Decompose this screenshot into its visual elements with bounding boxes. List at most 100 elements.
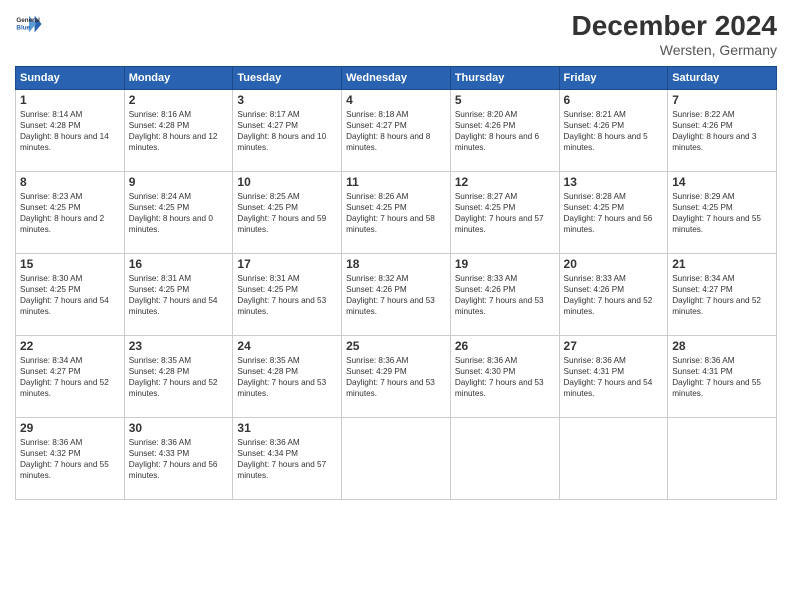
day-number: 30 (129, 421, 229, 435)
calendar-body: 1 Sunrise: 8:14 AM Sunset: 4:28 PM Daylig… (16, 90, 777, 500)
day-cell: 14 Sunrise: 8:29 AM Sunset: 4:25 PM Dayli… (668, 172, 777, 254)
day-info: Sunrise: 8:18 AM Sunset: 4:27 PM Dayligh… (346, 109, 446, 153)
day-number: 22 (20, 339, 120, 353)
day-info: Sunrise: 8:31 AM Sunset: 4:25 PM Dayligh… (129, 273, 229, 317)
week-row-3: 22Sunrise: 8:34 AM Sunset: 4:27 PM Dayli… (16, 336, 777, 418)
day-info: Sunrise: 8:35 AM Sunset: 4:28 PM Dayligh… (237, 355, 337, 399)
day-number: 21 (672, 257, 772, 271)
day-info: Sunrise: 8:20 AM Sunset: 4:26 PM Dayligh… (455, 109, 555, 153)
day-number: 13 (564, 175, 664, 189)
week-row-4: 29 Sunrise: 8:36 AM Sunset: 4:32 PM Dayli… (16, 418, 777, 500)
day-number: 10 (237, 175, 337, 189)
day-info: Sunrise: 8:33 AM Sunset: 4:26 PM Dayligh… (455, 273, 555, 317)
day-cell: 8Sunrise: 8:23 AM Sunset: 4:25 PM Daylig… (16, 172, 125, 254)
day-cell: 1 Sunrise: 8:14 AM Sunset: 4:28 PM Daylig… (16, 90, 125, 172)
day-info: Sunrise: 8:24 AM Sunset: 4:25 PM Dayligh… (129, 191, 229, 235)
svg-text:Blue: Blue (16, 25, 30, 32)
day-number: 2 (129, 93, 229, 107)
day-info: Sunrise: 8:25 AM Sunset: 4:25 PM Dayligh… (237, 191, 337, 235)
header-thursday: Thursday (450, 67, 559, 90)
day-number: 1 (20, 93, 120, 107)
header-saturday: Saturday (668, 67, 777, 90)
day-cell: 12 Sunrise: 8:27 AM Sunset: 4:25 PM Dayli… (450, 172, 559, 254)
day-cell: 23Sunrise: 8:35 AM Sunset: 4:28 PM Dayli… (124, 336, 233, 418)
day-number: 29 (20, 421, 120, 435)
day-number: 18 (346, 257, 446, 271)
day-info: Sunrise: 8:36 AM Sunset: 4:34 PM Dayligh… (237, 437, 337, 481)
month-title: December 2024 (572, 10, 777, 42)
day-number: 23 (129, 339, 229, 353)
header-monday: Monday (124, 67, 233, 90)
header-tuesday: Tuesday (233, 67, 342, 90)
day-info: Sunrise: 8:14 AM Sunset: 4:28 PM Dayligh… (20, 109, 120, 153)
day-cell: 18 Sunrise: 8:32 AM Sunset: 4:26 PM Dayli… (342, 254, 451, 336)
day-info: Sunrise: 8:36 AM Sunset: 4:30 PM Dayligh… (455, 355, 555, 399)
header: General Blue December 2024 Wersten, Germ… (15, 10, 777, 58)
day-info: Sunrise: 8:36 AM Sunset: 4:33 PM Dayligh… (129, 437, 229, 481)
day-info: Sunrise: 8:32 AM Sunset: 4:26 PM Dayligh… (346, 273, 446, 317)
page: General Blue December 2024 Wersten, Germ… (0, 0, 792, 612)
day-info: Sunrise: 8:36 AM Sunset: 4:31 PM Dayligh… (672, 355, 772, 399)
day-number: 27 (564, 339, 664, 353)
week-row-1: 8Sunrise: 8:23 AM Sunset: 4:25 PM Daylig… (16, 172, 777, 254)
day-cell (559, 418, 668, 500)
day-number: 12 (455, 175, 555, 189)
day-number: 5 (455, 93, 555, 107)
day-cell: 2 Sunrise: 8:16 AM Sunset: 4:28 PM Daylig… (124, 90, 233, 172)
day-cell: 20Sunrise: 8:33 AM Sunset: 4:26 PM Dayli… (559, 254, 668, 336)
day-cell (450, 418, 559, 500)
week-row-2: 15 Sunrise: 8:30 AM Sunset: 4:25 PM Dayli… (16, 254, 777, 336)
day-number: 17 (237, 257, 337, 271)
day-info: Sunrise: 8:23 AM Sunset: 4:25 PM Dayligh… (20, 191, 120, 235)
day-info: Sunrise: 8:27 AM Sunset: 4:25 PM Dayligh… (455, 191, 555, 235)
week-row-0: 1 Sunrise: 8:14 AM Sunset: 4:28 PM Daylig… (16, 90, 777, 172)
day-info: Sunrise: 8:31 AM Sunset: 4:25 PM Dayligh… (237, 273, 337, 317)
day-info: Sunrise: 8:36 AM Sunset: 4:32 PM Dayligh… (20, 437, 120, 481)
subtitle: Wersten, Germany (572, 42, 777, 58)
day-cell: 4 Sunrise: 8:18 AM Sunset: 4:27 PM Daylig… (342, 90, 451, 172)
day-info: Sunrise: 8:16 AM Sunset: 4:28 PM Dayligh… (129, 109, 229, 153)
day-number: 28 (672, 339, 772, 353)
day-number: 20 (564, 257, 664, 271)
day-info: Sunrise: 8:29 AM Sunset: 4:25 PM Dayligh… (672, 191, 772, 235)
day-cell: 30 Sunrise: 8:36 AM Sunset: 4:33 PM Dayli… (124, 418, 233, 500)
day-cell: 15 Sunrise: 8:30 AM Sunset: 4:25 PM Dayli… (16, 254, 125, 336)
day-cell (342, 418, 451, 500)
day-cell (668, 418, 777, 500)
day-info: Sunrise: 8:30 AM Sunset: 4:25 PM Dayligh… (20, 273, 120, 317)
day-cell: 16 Sunrise: 8:31 AM Sunset: 4:25 PM Dayli… (124, 254, 233, 336)
day-cell: 9 Sunrise: 8:24 AM Sunset: 4:25 PM Daylig… (124, 172, 233, 254)
day-info: Sunrise: 8:36 AM Sunset: 4:31 PM Dayligh… (564, 355, 664, 399)
day-number: 7 (672, 93, 772, 107)
day-cell: 29 Sunrise: 8:36 AM Sunset: 4:32 PM Dayli… (16, 418, 125, 500)
day-number: 4 (346, 93, 446, 107)
logo: General Blue (15, 10, 43, 38)
svg-text:General: General (16, 17, 40, 24)
day-cell: 24Sunrise: 8:35 AM Sunset: 4:28 PM Dayli… (233, 336, 342, 418)
day-cell: 22Sunrise: 8:34 AM Sunset: 4:27 PM Dayli… (16, 336, 125, 418)
day-number: 16 (129, 257, 229, 271)
day-number: 6 (564, 93, 664, 107)
day-info: Sunrise: 8:21 AM Sunset: 4:26 PM Dayligh… (564, 109, 664, 153)
day-number: 19 (455, 257, 555, 271)
day-cell: 6 Sunrise: 8:21 AM Sunset: 4:26 PM Daylig… (559, 90, 668, 172)
header-sunday: Sunday (16, 67, 125, 90)
day-cell: 21Sunrise: 8:34 AM Sunset: 4:27 PM Dayli… (668, 254, 777, 336)
day-cell: 11Sunrise: 8:26 AM Sunset: 4:25 PM Dayli… (342, 172, 451, 254)
title-block: December 2024 Wersten, Germany (572, 10, 777, 58)
day-number: 3 (237, 93, 337, 107)
day-info: Sunrise: 8:36 AM Sunset: 4:29 PM Dayligh… (346, 355, 446, 399)
day-number: 25 (346, 339, 446, 353)
day-number: 9 (129, 175, 229, 189)
day-cell: 3 Sunrise: 8:17 AM Sunset: 4:27 PM Daylig… (233, 90, 342, 172)
day-info: Sunrise: 8:17 AM Sunset: 4:27 PM Dayligh… (237, 109, 337, 153)
day-number: 15 (20, 257, 120, 271)
day-cell: 27 Sunrise: 8:36 AM Sunset: 4:31 PM Dayli… (559, 336, 668, 418)
calendar-header: Sunday Monday Tuesday Wednesday Thursday… (16, 67, 777, 90)
day-cell: 7 Sunrise: 8:22 AM Sunset: 4:26 PM Daylig… (668, 90, 777, 172)
day-info: Sunrise: 8:22 AM Sunset: 4:26 PM Dayligh… (672, 109, 772, 153)
day-cell: 5 Sunrise: 8:20 AM Sunset: 4:26 PM Daylig… (450, 90, 559, 172)
day-number: 14 (672, 175, 772, 189)
header-row: Sunday Monday Tuesday Wednesday Thursday… (16, 67, 777, 90)
day-cell: 31Sunrise: 8:36 AM Sunset: 4:34 PM Dayli… (233, 418, 342, 500)
